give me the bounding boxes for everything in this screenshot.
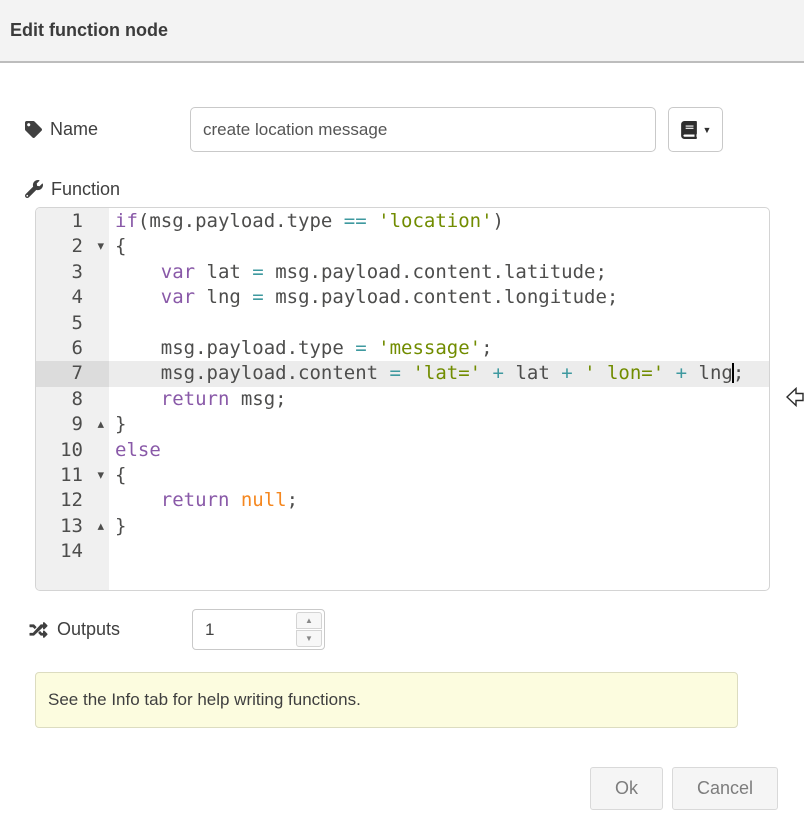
code-line-10[interactable]: else — [109, 438, 769, 463]
editor-code[interactable]: if(msg.payload.type == 'location'){ var … — [109, 208, 769, 590]
gutter-line-11: 11▾ — [36, 463, 109, 488]
cancel-button[interactable]: Cancel — [672, 767, 778, 810]
outputs-input[interactable] — [193, 610, 291, 649]
fold-end-icon[interactable]: ▴ — [97, 514, 104, 539]
fold-end-icon[interactable]: ▴ — [97, 412, 104, 437]
gutter-line-13: 13▴ — [36, 514, 109, 539]
gutter-line-12: 12 — [36, 488, 109, 513]
mouse-cursor — [786, 387, 804, 413]
name-input[interactable] — [190, 107, 656, 152]
code-line-4[interactable]: var lng = msg.payload.content.longitude; — [109, 285, 769, 310]
code-line-8[interactable]: return msg; — [109, 387, 769, 412]
code-line-3[interactable]: var lat = msg.payload.content.latitude; — [109, 260, 769, 285]
spin-up-icon: ▲ — [305, 616, 313, 625]
gutter-line-9: 9▴ — [36, 412, 109, 437]
outputs-spin-buttons: ▲ ▼ — [296, 612, 322, 647]
spin-up-button[interactable]: ▲ — [296, 612, 322, 629]
function-label-text: Function — [51, 179, 120, 200]
gutter-line-4: 4 — [36, 285, 109, 310]
name-label: Name — [25, 107, 98, 152]
code-editor[interactable]: 12▾3456789▴1011▾1213▴14 if(msg.payload.t… — [35, 207, 770, 591]
gutter-line-8: 8 — [36, 387, 109, 412]
outputs-label: Outputs — [28, 609, 120, 650]
dialog-title: Edit function node — [10, 20, 168, 41]
code-line-14[interactable] — [109, 539, 769, 564]
info-text: See the Info tab for help writing functi… — [48, 690, 361, 710]
tag-icon — [25, 121, 42, 138]
wrench-icon — [25, 180, 43, 198]
fold-open-icon[interactable]: ▾ — [97, 463, 104, 488]
dialog-header: Edit function node — [0, 0, 804, 63]
code-line-11[interactable]: { — [109, 463, 769, 488]
name-label-text: Name — [50, 119, 98, 140]
gutter-line-1: 1 — [36, 209, 109, 234]
gutter-line-14: 14 — [36, 539, 109, 564]
gutter-line-7: 7 — [36, 361, 109, 386]
library-button[interactable]: ▼ — [668, 107, 723, 152]
gutter-line-10: 10 — [36, 438, 109, 463]
code-line-1[interactable]: if(msg.payload.type == 'location') — [109, 209, 769, 234]
book-icon — [680, 121, 698, 139]
outputs-label-text: Outputs — [57, 619, 120, 640]
code-line-13[interactable]: } — [109, 514, 769, 539]
gutter-line-3: 3 — [36, 260, 109, 285]
outputs-spinner: ▲ ▼ — [192, 609, 325, 650]
spin-down-icon: ▼ — [305, 634, 313, 643]
code-line-12[interactable]: return null; — [109, 488, 769, 513]
spin-down-button[interactable]: ▼ — [296, 630, 322, 647]
fold-open-icon[interactable]: ▾ — [97, 234, 104, 259]
code-line-9[interactable]: } — [109, 412, 769, 437]
ok-button[interactable]: Ok — [590, 767, 663, 810]
info-tip: See the Info tab for help writing functi… — [35, 672, 738, 728]
code-line-7[interactable]: msg.payload.content = 'lat=' + lat + ' l… — [109, 361, 769, 386]
gutter-line-6: 6 — [36, 336, 109, 361]
editor-gutter: 12▾3456789▴1011▾1213▴14 — [36, 208, 109, 590]
code-line-5[interactable] — [109, 311, 769, 336]
function-label: Function — [25, 176, 120, 202]
text-cursor — [732, 363, 734, 383]
caret-down-icon: ▼ — [703, 125, 712, 135]
shuffle-icon — [28, 621, 49, 639]
gutter-line-2: 2▾ — [36, 234, 109, 259]
code-line-2[interactable]: { — [109, 234, 769, 259]
code-line-6[interactable]: msg.payload.type = 'message'; — [109, 336, 769, 361]
gutter-line-5: 5 — [36, 311, 109, 336]
